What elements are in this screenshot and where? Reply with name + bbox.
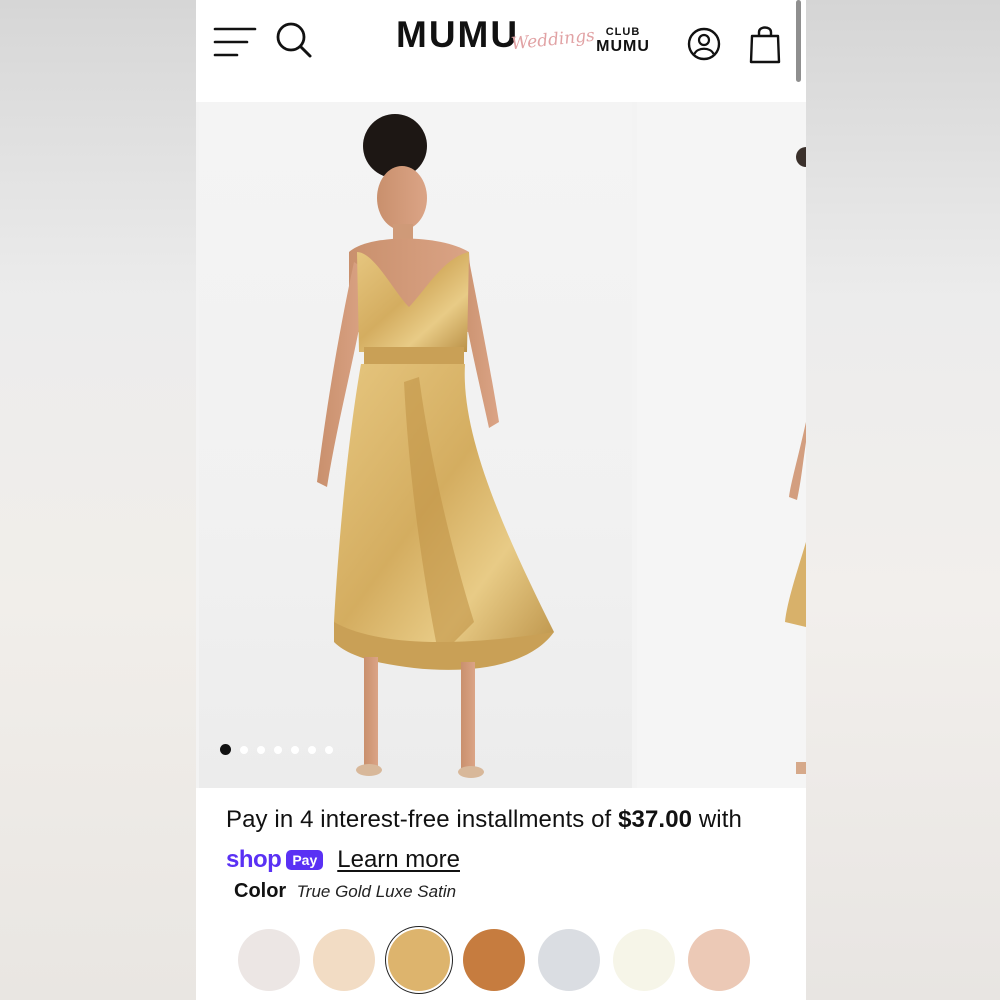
- color-swatches: [238, 929, 750, 991]
- pagination-dot[interactable]: [257, 745, 265, 754]
- installment-amount: $37.00: [618, 806, 693, 833]
- shop-pay-badge: Pay: [286, 850, 324, 870]
- installments-text: Pay in 4 interest-free installments of $…: [226, 806, 742, 834]
- next-product-photo[interactable]: [637, 102, 806, 788]
- cart-button[interactable]: [746, 22, 784, 66]
- pagination-dot[interactable]: [325, 745, 333, 754]
- shopping-bag-icon: [749, 26, 781, 64]
- selected-color-name: True Gold Luxe Satin: [296, 882, 457, 901]
- color-swatch[interactable]: [688, 929, 750, 991]
- pagination-dot[interactable]: [274, 745, 282, 754]
- club-mumu-link[interactable]: CLUB MUMU: [596, 26, 650, 56]
- color-label: Color: [234, 880, 287, 902]
- account-button[interactable]: [684, 22, 724, 66]
- installments-suffix: with: [692, 806, 742, 833]
- account-icon: [687, 27, 721, 61]
- learn-more-link[interactable]: Learn more: [337, 846, 460, 874]
- menu-icon: [213, 27, 257, 57]
- club-label: CLUB: [605, 26, 641, 38]
- site-header: MUMU Weddings CLUB MUMU: [196, 0, 806, 90]
- color-swatch-selected[interactable]: [388, 929, 450, 991]
- background-left: [0, 0, 196, 1000]
- background-right: [806, 0, 1000, 1000]
- model-partial-image: [785, 147, 806, 774]
- model-in-dress-image: [317, 114, 554, 778]
- color-swatch[interactable]: [613, 929, 675, 991]
- color-swatch[interactable]: [538, 929, 600, 991]
- menu-button[interactable]: [212, 22, 258, 62]
- phone-screen: MUMU Weddings CLUB MUMU Pay in 4 interes…: [196, 0, 806, 1000]
- shop-pay-row: shop Pay Learn more: [226, 844, 460, 876]
- search-icon: [276, 22, 312, 58]
- search-button[interactable]: [272, 18, 316, 62]
- color-swatch[interactable]: [238, 929, 300, 991]
- pagination-dot[interactable]: [291, 745, 299, 754]
- product-photo[interactable]: [199, 102, 632, 788]
- gallery-pagination: [220, 744, 333, 755]
- scrollbar[interactable]: [796, 0, 801, 82]
- pagination-dot[interactable]: [308, 745, 316, 754]
- pagination-dot-active[interactable]: [220, 744, 231, 755]
- color-swatch[interactable]: [463, 929, 525, 991]
- installments-prefix: Pay in 4 interest-free installments of: [226, 806, 619, 833]
- color-swatch[interactable]: [313, 929, 375, 991]
- pagination-dot[interactable]: [240, 745, 248, 754]
- product-image-gallery[interactable]: [196, 102, 806, 788]
- logo-script-text: Weddings: [510, 25, 596, 55]
- shop-pay-logo: shop: [226, 846, 282, 873]
- club-brand: MUMU: [596, 38, 650, 55]
- logo-text: MUMU: [396, 14, 520, 55]
- color-selection-label: Color True Gold Luxe Satin: [234, 880, 456, 903]
